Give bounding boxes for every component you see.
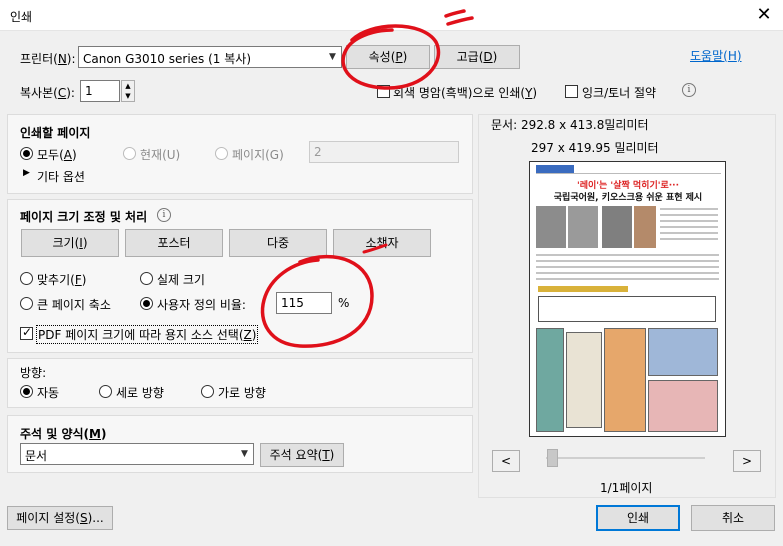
cancel-button[interactable]: 취소 xyxy=(691,505,775,531)
title-bar: 인쇄 ✕ xyxy=(0,0,783,31)
current-page-label: 현재(U) xyxy=(140,148,181,162)
comments-select[interactable]: 문서 ▼ xyxy=(20,443,254,465)
summarize-comments-button[interactable]: 주석 요약(T) xyxy=(260,443,344,467)
actual-size-radio[interactable] xyxy=(140,272,153,285)
up-arrow-icon[interactable]: ▲ xyxy=(122,81,134,91)
copies-input[interactable]: 1 xyxy=(80,80,120,102)
orientation-landscape-radio[interactable] xyxy=(201,385,214,398)
preview-banner xyxy=(538,286,628,292)
orientation-auto-label: 자동 xyxy=(37,386,60,400)
fit-radio[interactable] xyxy=(20,272,33,285)
help-link[interactable]: 도움말(H) xyxy=(690,47,742,64)
shrink-radio[interactable] xyxy=(20,297,33,310)
properties-button[interactable]: 속성(P) xyxy=(346,45,430,69)
preview-scroll-track[interactable] xyxy=(546,457,705,459)
copies-stepper[interactable]: ▲ ▼ xyxy=(121,80,135,102)
orientation-landscape-label: 가로 방향 xyxy=(218,386,266,400)
all-pages-radio[interactable] xyxy=(20,147,33,160)
copies-label: 복사본(C): xyxy=(20,86,75,100)
paper-source-checkbox[interactable] xyxy=(20,325,33,340)
preview-text xyxy=(660,232,718,234)
size-button[interactable]: 크기(I) xyxy=(21,229,119,257)
info-icon[interactable]: i xyxy=(157,208,171,222)
page-range-radio[interactable] xyxy=(215,147,228,160)
preview-comic-panel xyxy=(648,380,718,432)
custom-scale-input[interactable]: 115 xyxy=(276,292,332,314)
multiple-button[interactable]: 다중 xyxy=(229,229,327,257)
page-count-label: 1/1페이지 xyxy=(600,481,653,495)
preview-photo xyxy=(602,206,632,248)
preview-text xyxy=(536,254,719,256)
page-range-input[interactable]: 2 xyxy=(309,141,459,163)
percent-label: % xyxy=(338,296,350,310)
preview-comic-panel xyxy=(604,328,646,432)
ink-save-label: 잉크/토너 절약 xyxy=(582,86,657,100)
preview-header-tag xyxy=(536,165,574,173)
all-pages-label: 모두(A) xyxy=(37,148,77,162)
preview-text xyxy=(536,278,719,280)
custom-scale-label: 사용자 정의 비율: xyxy=(157,298,246,312)
actual-size-label: 실제 크기 xyxy=(157,273,205,287)
custom-scale-radio[interactable] xyxy=(140,297,153,310)
paper-size-label: 297 x 419.95 밀리미터 xyxy=(531,141,659,155)
grayscale-label: 회색 명암(흑백)으로 인쇄(Y) xyxy=(393,86,538,100)
chevron-down-icon: ▼ xyxy=(235,444,253,464)
chevron-down-icon: ▼ xyxy=(323,47,341,67)
paper-source-label: PDF 페이지 크기에 따라 용지 소스 선택(Z) xyxy=(36,325,259,344)
preview-photo xyxy=(568,206,598,248)
page-setup-button[interactable]: 페이지 설정(S)... xyxy=(7,506,113,530)
print-button[interactable]: 인쇄 xyxy=(596,505,680,531)
info-icon[interactable]: i xyxy=(682,83,696,97)
preview-comic-panel xyxy=(648,328,718,376)
close-icon[interactable]: ✕ xyxy=(753,4,775,26)
preview-photo xyxy=(536,206,566,248)
fit-label: 맞추기(F) xyxy=(37,273,87,287)
pages-to-print-heading: 인쇄할 페이지 xyxy=(20,126,91,140)
preview-comic-panel xyxy=(566,332,602,428)
down-arrow-icon[interactable]: ▼ xyxy=(122,91,134,101)
preview-header xyxy=(536,165,721,174)
expand-arrow-icon[interactable]: ▶ xyxy=(23,168,30,178)
printer-select[interactable]: Canon G3010 series (1 복사) ▼ xyxy=(78,46,342,68)
booklet-button[interactable]: 소책자 xyxy=(333,229,431,257)
preview-text xyxy=(536,272,719,274)
comments-heading: 주석 및 양식(M) xyxy=(20,427,107,441)
orientation-portrait-label: 세로 방향 xyxy=(116,386,164,400)
poster-button[interactable]: 포스터 xyxy=(125,229,223,257)
page-sizing-heading: 페이지 크기 조정 및 처리 xyxy=(20,210,148,224)
shrink-label: 큰 페이지 축소 xyxy=(37,298,111,312)
orientation-portrait-radio[interactable] xyxy=(99,385,112,398)
preview-text xyxy=(660,226,718,228)
previous-page-button[interactable]: < xyxy=(492,450,520,472)
orientation-heading: 방향: xyxy=(20,366,47,380)
preview-photo xyxy=(634,206,656,248)
current-page-radio[interactable] xyxy=(123,147,136,160)
ink-save-checkbox[interactable] xyxy=(565,85,578,98)
window-title: 인쇄 xyxy=(10,10,33,24)
preview-text xyxy=(536,266,719,268)
preview-table xyxy=(538,296,716,322)
page-range-label: 페이지(G) xyxy=(232,148,284,162)
printer-label: 프린터(N): xyxy=(20,52,76,66)
preview-subheadline: 국립국어원, 키오스크용 쉬운 표현 제시 xyxy=(553,193,703,203)
preview-text xyxy=(660,214,718,216)
preview-text xyxy=(660,238,718,240)
orientation-auto-radio[interactable] xyxy=(20,385,33,398)
preview-comic-panel xyxy=(536,328,564,432)
printer-select-value: Canon G3010 series (1 복사) xyxy=(83,52,251,66)
grayscale-checkbox[interactable] xyxy=(377,85,390,98)
advanced-button[interactable]: 고급(D) xyxy=(434,45,520,69)
document-size-label: 문서: 292.8 x 413.8밀리미터 xyxy=(491,118,649,132)
preview-scroll-thumb[interactable] xyxy=(547,449,558,467)
next-page-button[interactable]: > xyxy=(733,450,761,472)
preview-text xyxy=(536,260,719,262)
more-options-toggle[interactable]: 기타 옵션 xyxy=(37,168,85,185)
preview-text xyxy=(660,220,718,222)
preview-text xyxy=(660,208,718,210)
page-preview: '레이'는 '살짝 먹히기'로··· 국립국어원, 키오스크용 쉬운 표현 제시 xyxy=(529,161,726,437)
